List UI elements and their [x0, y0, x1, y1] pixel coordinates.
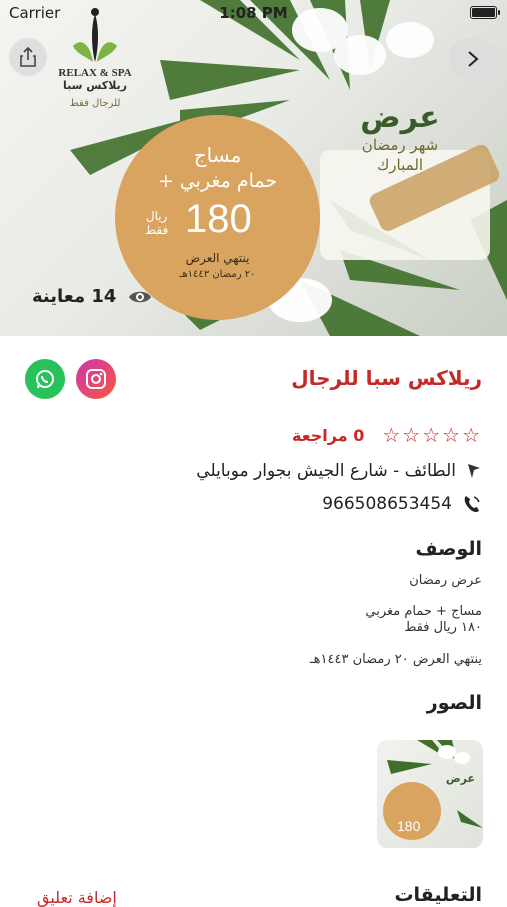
description-heading: الوصف	[415, 538, 482, 560]
description-line-4: ينتهي العرض ٢٠ رمضان ١٤٤٣هـ	[309, 652, 482, 667]
whatsapp-button[interactable]	[25, 359, 65, 399]
offer-subtitle-1: شهر رمضان	[361, 136, 439, 154]
eye-icon	[129, 291, 152, 302]
logo-subtitle: للرجال فقط	[69, 98, 121, 109]
badge-price: 180	[185, 197, 252, 241]
phone-row[interactable]: 966508653454	[322, 494, 482, 514]
instagram-button[interactable]	[76, 359, 116, 399]
logo-english-text: RELAX & SPA	[58, 67, 132, 79]
add-comment-link[interactable]: إضافة تعليق	[37, 888, 117, 907]
description-line-3: ١٨٠ ريال فقط	[404, 620, 482, 635]
share-icon	[20, 47, 36, 67]
whatsapp-icon	[36, 370, 54, 389]
instagram-icon	[86, 369, 106, 389]
photos-heading: الصور	[426, 692, 482, 714]
thumbnail-price: 180	[397, 818, 421, 834]
views-count: 14 معاينة	[32, 286, 152, 307]
badge-line-2: + حمام مغربي	[157, 170, 278, 192]
thumbnail-title: عرض	[445, 772, 475, 785]
address-row[interactable]: الطائف - شارع الجيش بجوار موبايلي	[196, 461, 482, 481]
hero-image: Carrier 1:08 PM RELAX & SPA ريلاكس سبا ل…	[0, 0, 507, 336]
rating-row: 0 مراجعة ☆☆☆☆☆	[292, 423, 482, 447]
map-marker-icon	[468, 464, 480, 478]
share-button[interactable]	[9, 38, 47, 76]
logo-arabic-text: ريلاكس سبا	[62, 79, 128, 92]
reviews-count[interactable]: 0 مراجعة	[292, 426, 364, 445]
badge-currency: ريال فقط	[145, 209, 168, 237]
badge-ends-date: ٢٠ رمضان ١٤٤٣هـ	[179, 269, 256, 280]
views-label: 14 معاينة	[32, 286, 117, 307]
battery-icon	[470, 6, 500, 19]
description-line-1: عرض رمضان	[409, 573, 482, 588]
phone-icon	[464, 496, 480, 512]
badge-currency-line-2: فقط	[145, 223, 169, 237]
badge-ends: ينتهي العرض	[185, 251, 250, 265]
phone-number: 966508653454	[322, 494, 452, 514]
offer-title: عرض	[360, 100, 440, 135]
offer-title-block: عرض شهر رمضان المبارك	[340, 100, 460, 175]
photo-thumbnail[interactable]: عرض 180	[377, 740, 483, 848]
description-line-2: مساج + حمام مغربي	[365, 604, 482, 619]
status-bar: Carrier 1:08 PM	[0, 0, 507, 26]
badge-line-1: مساج	[193, 143, 242, 167]
offer-subtitle-2: المبارك	[376, 156, 424, 174]
address-text: الطائف - شارع الجيش بجوار موبايلي	[196, 461, 456, 481]
star-rating[interactable]: ☆☆☆☆☆	[382, 423, 482, 447]
status-time: 1:08 PM	[219, 4, 288, 22]
chevron-right-icon	[468, 51, 479, 67]
comments-heading: التعليقات	[394, 884, 482, 906]
business-name: ريلاكس سبا للرجال	[291, 366, 482, 390]
badge-currency-line-1: ريال	[145, 209, 168, 223]
next-button[interactable]	[449, 38, 497, 80]
